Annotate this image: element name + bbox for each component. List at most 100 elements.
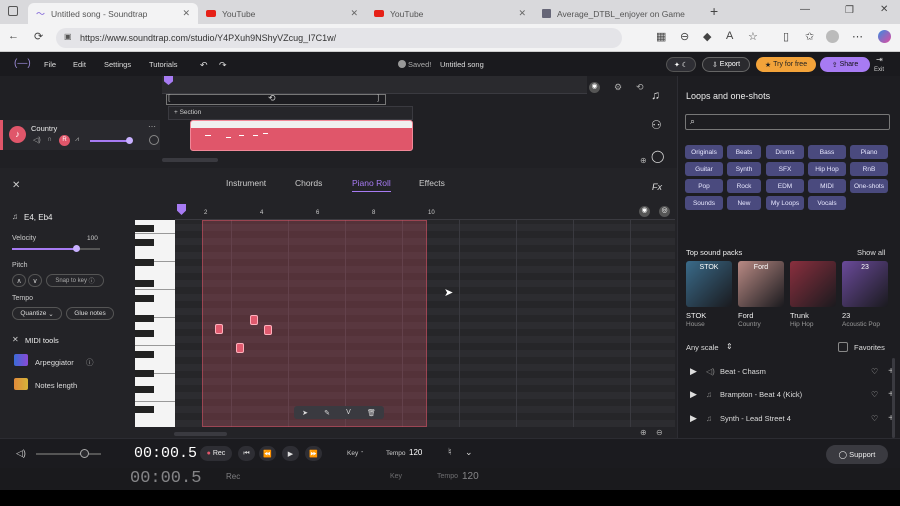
editor-settings-icon[interactable]: ◎ bbox=[659, 206, 670, 217]
restore-icon[interactable]: ❐ bbox=[845, 5, 854, 16]
favorites-checkbox[interactable] bbox=[838, 342, 848, 352]
theme-toggle[interactable]: ✦ ☾ bbox=[666, 57, 696, 72]
loop-item[interactable]: ▶◁)Beat - Chasm♡+ bbox=[686, 360, 894, 382]
tag-drums[interactable]: Drums bbox=[766, 145, 804, 159]
velocity-knob[interactable] bbox=[73, 245, 80, 252]
master-volume-knob[interactable] bbox=[80, 449, 89, 458]
try-for-free-button[interactable]: ★ Try for free bbox=[756, 57, 816, 72]
tag-pop[interactable]: Pop bbox=[685, 179, 723, 193]
tag-beats[interactable]: Beats bbox=[727, 145, 761, 159]
close-icon[interactable]: ✕ bbox=[518, 8, 526, 19]
support-button[interactable]: ◯ Support bbox=[826, 445, 888, 464]
tag-rnb[interactable]: RnB bbox=[850, 162, 888, 176]
loop-item[interactable]: ▶♫Synth - Lead Street 4♡+ bbox=[686, 407, 894, 429]
extension-icon[interactable]: ◆ bbox=[703, 30, 711, 43]
grid-scrollbar[interactable] bbox=[174, 432, 227, 436]
velocity-icon[interactable]: V bbox=[346, 409, 351, 416]
sound-pack-23[interactable]: 23 23 Acoustic Pop bbox=[842, 261, 888, 328]
tag-rock[interactable]: Rock bbox=[727, 179, 761, 193]
pencil-icon[interactable]: ✎ bbox=[324, 409, 330, 417]
arpeggiator-info-icon[interactable]: ⓘ bbox=[86, 357, 94, 368]
tag-sounds[interactable]: Sounds bbox=[685, 196, 723, 210]
headphones-icon[interactable]: ∩ bbox=[47, 136, 52, 143]
timeline-ruler[interactable] bbox=[162, 76, 587, 94]
settings-icon[interactable]: ⚙ bbox=[614, 82, 622, 93]
browser-tab-soundtrap[interactable]: 〜 Untitled song - Soundtrap ✕ bbox=[28, 3, 198, 24]
loop-item[interactable]: ▶♫Brampton - Beat 4 (Kick)♡+ bbox=[686, 384, 894, 406]
arpeggiator-button[interactable]: Arpeggiator bbox=[35, 358, 74, 367]
split-screen-icon[interactable]: ▯ bbox=[783, 30, 789, 43]
url-field[interactable]: ▣ https://www.soundtrap.com/studio/Y4PXu… bbox=[56, 28, 622, 48]
loop-region[interactable] bbox=[166, 94, 386, 105]
tag-bass[interactable]: Bass bbox=[808, 145, 846, 159]
selected-region[interactable] bbox=[202, 220, 427, 427]
tag-edm[interactable]: EDM bbox=[766, 179, 804, 193]
go-to-start-button[interactable]: ⏮ bbox=[238, 446, 255, 461]
tag-midi[interactable]: MIDI bbox=[808, 179, 846, 193]
scale-selector[interactable]: Any scale bbox=[686, 343, 719, 352]
master-volume-slider[interactable] bbox=[36, 453, 101, 455]
quantize-button[interactable]: Quantize ⌄ bbox=[12, 307, 62, 320]
favorites-bar-icon[interactable]: ✩ bbox=[805, 30, 814, 43]
tab-piano-roll[interactable]: Piano Roll bbox=[352, 178, 391, 192]
zoom-in-icon[interactable]: ⊕ bbox=[640, 156, 647, 165]
track-name[interactable]: Country bbox=[31, 124, 57, 133]
loop-icon[interactable]: ⟲ bbox=[268, 93, 276, 104]
add-section-button[interactable]: + Section bbox=[174, 109, 201, 116]
browser-tab-youtube-2[interactable]: YouTube ✕ bbox=[366, 3, 534, 24]
exit-icon[interactable]: ⇥ bbox=[876, 55, 883, 64]
tab-effects[interactable]: Effects bbox=[419, 178, 445, 188]
midi-note[interactable] bbox=[264, 325, 272, 335]
play-icon[interactable]: ▶ bbox=[686, 389, 706, 400]
tag-guitar[interactable]: Guitar bbox=[685, 162, 723, 176]
favorite-icon[interactable]: ☆ bbox=[748, 30, 758, 43]
notes-length-button[interactable]: Notes length bbox=[35, 381, 77, 390]
sound-pack-trunk[interactable]: Trunk Hip Hop bbox=[790, 261, 836, 328]
play-icon[interactable]: ▶ bbox=[686, 366, 706, 377]
menu-settings[interactable]: Settings bbox=[104, 60, 131, 69]
snap-to-key-button[interactable]: Snap to key ⓘ bbox=[46, 274, 104, 287]
midi-note[interactable] bbox=[215, 324, 223, 334]
tag-synth[interactable]: Synth bbox=[727, 162, 761, 176]
exit-label[interactable]: Exit bbox=[874, 67, 884, 73]
share-button[interactable]: ⇪ Share bbox=[820, 57, 870, 72]
refresh-icon[interactable]: ⟳ bbox=[34, 30, 43, 43]
editor-metronome-icon[interactable]: ◉ bbox=[639, 206, 650, 217]
metronome-icon[interactable]: ◉ bbox=[589, 82, 600, 93]
minimize-icon[interactable]: — bbox=[800, 4, 810, 15]
automation-icon[interactable]: ⩘ bbox=[75, 136, 79, 144]
zoom-icon[interactable]: ⊖ bbox=[680, 30, 689, 43]
menu-edit[interactable]: Edit bbox=[73, 60, 86, 69]
tag-sfx[interactable]: SFX bbox=[766, 162, 804, 176]
read-aloud-icon[interactable]: A bbox=[726, 30, 733, 42]
loops-search-input[interactable]: ⌕ bbox=[685, 114, 890, 130]
back-icon[interactable]: ← bbox=[8, 30, 19, 42]
record-button[interactable]: ● Rec bbox=[200, 446, 232, 461]
export-button[interactable]: ⇩ Export bbox=[702, 57, 750, 72]
sound-pack-stok[interactable]: STOK STOK House bbox=[686, 261, 732, 328]
browser-tab-game[interactable]: Average_DTBL_enjoyer on Game bbox=[534, 3, 704, 24]
tag-piano[interactable]: Piano bbox=[850, 145, 888, 159]
profile-icon[interactable] bbox=[826, 30, 839, 43]
midi-note[interactable] bbox=[250, 315, 258, 325]
tuner-icon[interactable]: ♮ bbox=[448, 447, 452, 458]
fx-button[interactable]: Fx bbox=[652, 182, 662, 192]
midi-clip[interactable] bbox=[190, 120, 413, 151]
history-icon[interactable]: ⟲ bbox=[636, 82, 644, 93]
new-tab-button[interactable]: + bbox=[710, 3, 718, 19]
play-icon[interactable]: ▶ bbox=[686, 413, 706, 424]
tag-vocals[interactable]: Vocals bbox=[808, 196, 846, 210]
loops-scrollbar[interactable] bbox=[892, 358, 895, 438]
heart-icon[interactable]: ♡ bbox=[871, 414, 878, 423]
key-value[interactable]: - bbox=[361, 449, 363, 456]
tab-actions-icon[interactable] bbox=[8, 6, 18, 16]
redo-icon[interactable]: ↷ bbox=[219, 60, 227, 71]
record-arm-badge[interactable]: R bbox=[59, 135, 70, 146]
heart-icon[interactable]: ♡ bbox=[871, 367, 878, 376]
tag-originals[interactable]: Originals bbox=[685, 145, 723, 159]
grid-ruler[interactable]: 2 4 6 8 10 bbox=[175, 208, 675, 220]
sound-pack-ford[interactable]: Ford Ford Country bbox=[738, 261, 784, 328]
tag-one-shots[interactable]: One-shots bbox=[850, 179, 888, 193]
track-header[interactable]: ♪ Country ⋯ ◁) ∩ R ⩘ bbox=[0, 120, 160, 150]
pitch-down-button[interactable]: ∨ bbox=[28, 274, 42, 287]
